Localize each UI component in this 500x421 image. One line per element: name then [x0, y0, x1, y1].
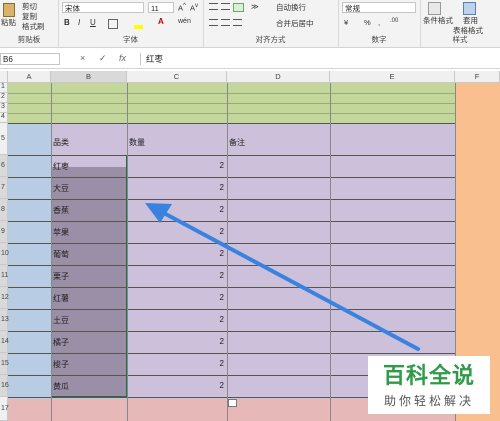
fill-color-icon[interactable] — [134, 25, 143, 29]
shrink-font-icon[interactable]: Av — [190, 2, 198, 13]
watermark-logo: 百科全说 助你轻松解决 — [368, 356, 490, 414]
align-right-icon[interactable] — [233, 19, 242, 26]
watermark-title: 百科全说 — [382, 364, 475, 389]
phonetic-icon[interactable]: wén — [178, 18, 191, 25]
bold-button[interactable]: B — [64, 18, 70, 28]
orientation-icon[interactable]: ≫ — [251, 2, 259, 11]
comma-button[interactable]: , — [378, 18, 380, 27]
clipboard-group-label: 剪贴板 — [17, 35, 41, 44]
border-icon[interactable] — [108, 19, 118, 29]
wrap-text-button[interactable]: 自动换行 — [276, 2, 306, 13]
styles-group-label: 样式 — [452, 35, 468, 44]
number-group-label: 数字 — [371, 35, 387, 44]
format-painter-button[interactable]: 格式刷 — [22, 21, 45, 32]
confirm-icon[interactable]: ✓ — [99, 53, 107, 64]
cancel-icon[interactable]: × — [80, 53, 85, 63]
clipboard-group: 粘贴 剪切 复制 格式刷 剪贴板 — [0, 0, 59, 47]
name-box[interactable]: B6 — [0, 53, 60, 65]
styles-group: 条件格式 套用 表格格式 样式 — [420, 0, 500, 47]
font-name-select[interactable]: 宋体 — [62, 2, 144, 13]
grow-font-icon[interactable]: A^ — [178, 2, 186, 13]
formula-bar: B6 × ✓ fx 红枣 — [0, 51, 500, 69]
font-group-label: 字体 — [123, 35, 138, 44]
formula-input[interactable]: 红枣 — [140, 53, 498, 65]
insert-function-icon[interactable]: fx — [119, 53, 126, 63]
alignment-group-label: 对齐方式 — [255, 35, 286, 44]
font-group: 宋体 11 A^ Av B I U A wén 字体 — [58, 0, 204, 47]
paste-icon[interactable] — [3, 3, 15, 17]
number-group: 常规 ¥ % , .00 数字 — [338, 0, 421, 47]
percent-button[interactable]: % — [364, 18, 371, 27]
italic-button[interactable]: I — [78, 18, 80, 28]
table-format-icon[interactable] — [463, 2, 476, 15]
underline-button[interactable]: U — [90, 18, 96, 28]
font-size-select[interactable]: 11 — [148, 2, 174, 13]
merge-center-button[interactable]: 合并后居中 — [276, 18, 314, 29]
watermark-subtitle: 助你轻松解决 — [383, 394, 474, 408]
align-top-icon[interactable] — [209, 3, 218, 10]
align-center-icon[interactable] — [221, 19, 230, 26]
conditional-format-button[interactable]: 条件格式 — [423, 15, 453, 26]
font-color-icon[interactable]: A — [158, 17, 164, 27]
conditional-format-icon[interactable] — [428, 2, 441, 15]
ribbon: 粘贴 剪切 复制 格式刷 剪贴板 宋体 11 A^ Av B I U A wén… — [0, 0, 500, 48]
align-bottom-icon[interactable] — [233, 3, 244, 12]
number-format-select[interactable]: 常规 — [342, 2, 416, 13]
alignment-group: ≫ 自动换行 合并后居中 对齐方式 — [203, 0, 339, 47]
currency-icon[interactable]: ¥ — [344, 18, 348, 27]
paste-button[interactable]: 粘贴 — [1, 17, 16, 28]
increase-decimal-icon[interactable]: .00 — [390, 18, 398, 24]
align-left-icon[interactable] — [209, 19, 218, 26]
align-middle-icon[interactable] — [221, 3, 230, 10]
